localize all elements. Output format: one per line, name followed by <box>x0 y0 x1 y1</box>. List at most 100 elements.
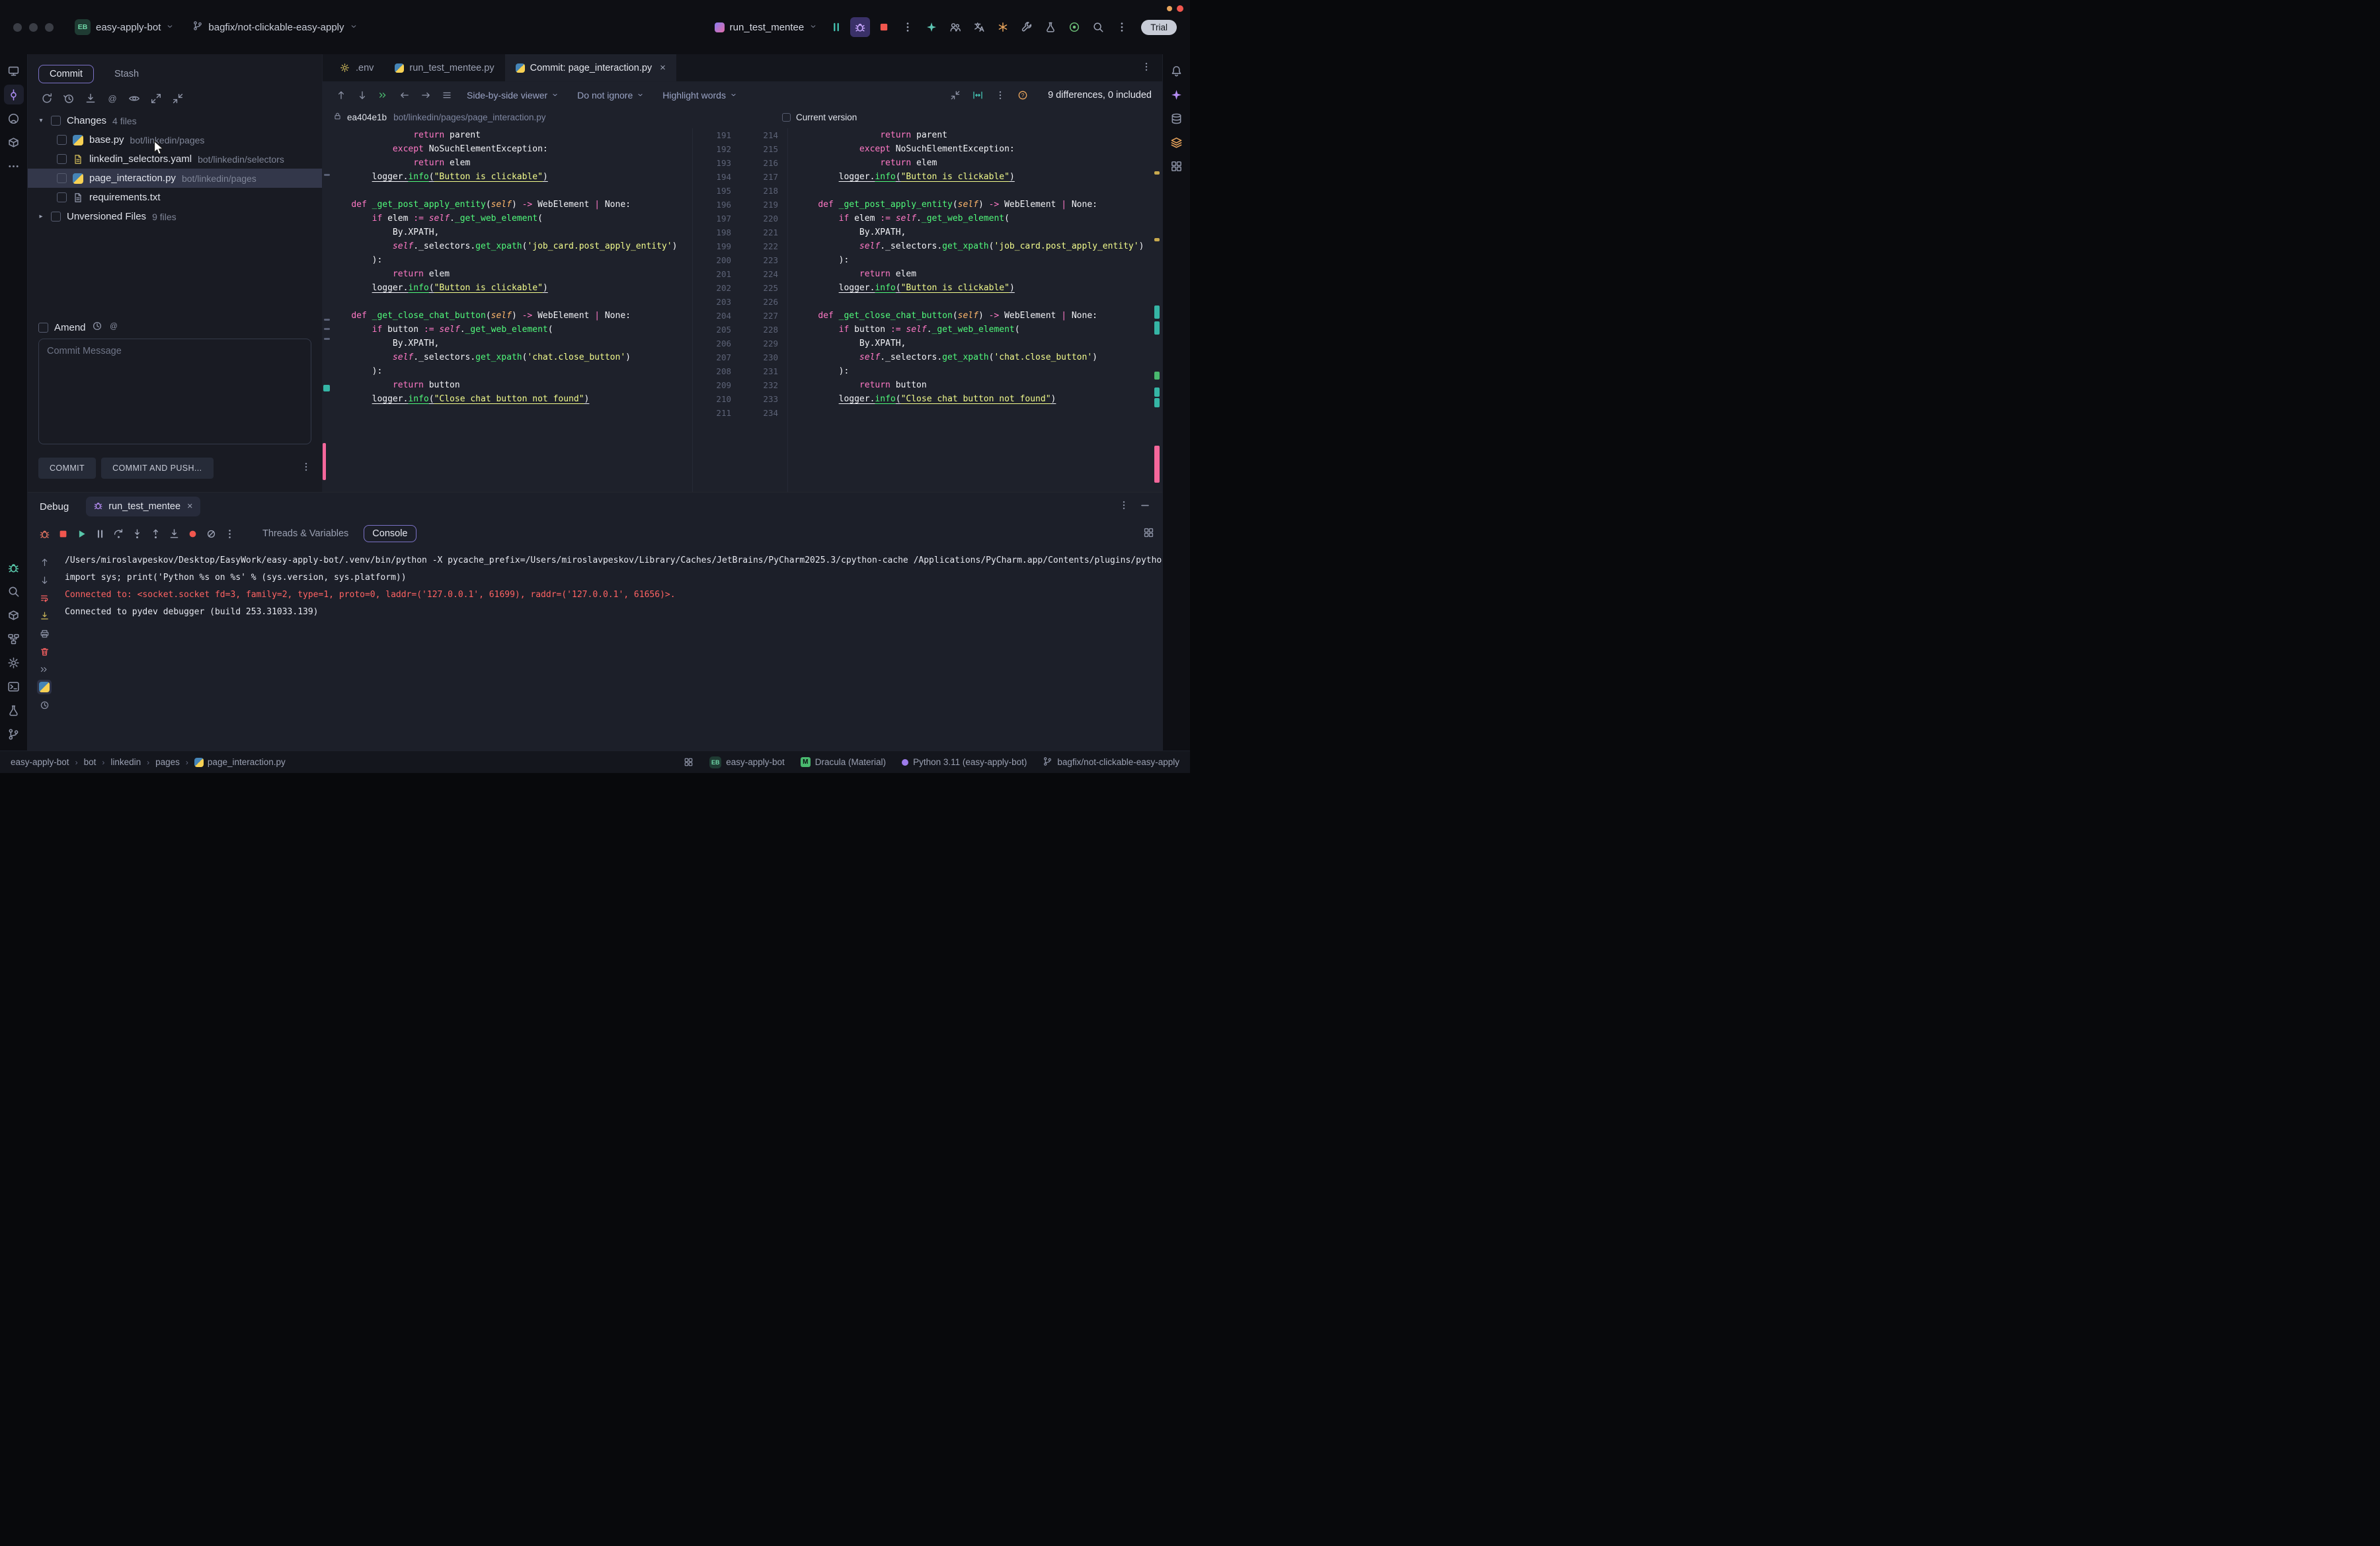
step-into-icon[interactable] <box>128 525 145 542</box>
debug-console-output[interactable]: /Users/miroslavpeskov/Desktop/EasyWork/e… <box>61 547 1162 751</box>
scrollbar-change-marker[interactable] <box>1154 238 1160 241</box>
tab-commit[interactable]: Commit <box>38 65 94 83</box>
code-with-me-icon[interactable] <box>945 17 965 37</box>
python-console-icon[interactable] <box>37 680 52 694</box>
current-version-toggle[interactable]: Current version <box>782 112 857 122</box>
changelists-icon[interactable]: @ <box>106 93 118 104</box>
scrollbar-change-marker[interactable] <box>1154 387 1160 397</box>
services-tool-icon[interactable] <box>1167 132 1187 152</box>
file-checkbox[interactable] <box>57 135 67 145</box>
trial-badge[interactable]: Trial <box>1141 20 1177 35</box>
more-tool-windows-icon[interactable] <box>4 156 24 176</box>
diff-left-editor[interactable]: return parent except NoSuchElementExcept… <box>323 128 693 492</box>
tab-run-test-mentee[interactable]: run_test_mentee.py <box>384 54 504 81</box>
close-session-icon[interactable]: × <box>187 501 192 512</box>
step-over-icon[interactable] <box>110 525 127 542</box>
help-icon[interactable]: ? <box>1015 87 1031 103</box>
version-control-icon[interactable] <box>4 724 24 744</box>
tab-commit-page-interaction[interactable]: Commit: page_interaction.py × <box>505 54 676 81</box>
window-controls[interactable] <box>13 23 54 32</box>
database-icon[interactable] <box>1167 108 1187 128</box>
device-manager-icon[interactable] <box>1167 156 1187 176</box>
rerun-debug-icon[interactable] <box>36 525 53 542</box>
commit-icon[interactable] <box>4 85 24 104</box>
close-tab-icon[interactable]: × <box>660 62 666 73</box>
next-difference-icon[interactable] <box>418 87 434 103</box>
tab-threads-variables[interactable]: Threads & Variables <box>254 525 357 542</box>
more-run-options-icon[interactable] <box>898 17 918 37</box>
python-packages-icon[interactable] <box>4 605 24 625</box>
layout-settings-icon[interactable] <box>1143 527 1154 541</box>
status-project[interactable]: EB easy-apply-bot <box>709 756 785 768</box>
changes-checkbox[interactable] <box>51 116 61 126</box>
tab-list-icon[interactable] <box>1141 61 1162 75</box>
unversioned-checkbox[interactable] <box>51 212 61 222</box>
resume-icon[interactable] <box>73 525 90 542</box>
profiler-icon[interactable] <box>1064 17 1084 37</box>
breadcrumb-item[interactable]: pages <box>155 757 180 767</box>
collapse-unchanged-icon[interactable] <box>947 87 963 103</box>
whitespace-dropdown[interactable]: Do not ignore <box>577 90 644 101</box>
breadcrumb-item[interactable]: easy-apply-bot <box>11 757 69 767</box>
debug-options-icon[interactable] <box>1119 500 1129 513</box>
preview-diff-icon[interactable] <box>128 93 140 104</box>
ai-assistant-chat-icon[interactable] <box>1167 85 1187 104</box>
commit-button[interactable]: COMMIT <box>38 458 96 479</box>
scrollbar-change-marker[interactable] <box>1154 398 1160 407</box>
next-change-icon[interactable] <box>354 87 370 103</box>
github-icon[interactable] <box>4 108 24 128</box>
file-row-page-interaction-py[interactable]: page_interaction.py bot/linkedin/pages <box>28 169 322 188</box>
status-theme[interactable]: M Dracula (Material) <box>801 757 886 767</box>
translate-icon[interactable] <box>969 17 989 37</box>
scrollbar-change-marker[interactable] <box>1154 305 1160 319</box>
mute-breakpoints-icon[interactable] <box>202 525 219 542</box>
synchronize-scrolling-icon[interactable] <box>970 87 986 103</box>
more-actions-icon[interactable] <box>1112 17 1132 37</box>
diff-right-editor[interactable]: return parent except NoSuchElementExcept… <box>788 128 1152 492</box>
commit-author-icon[interactable]: @ <box>108 321 119 334</box>
terminal-icon[interactable] <box>4 676 24 696</box>
collapse-all-icon[interactable] <box>172 93 184 104</box>
science-tools-icon[interactable] <box>1041 17 1060 37</box>
print-icon[interactable] <box>37 626 52 641</box>
shelve-icon[interactable] <box>85 93 97 104</box>
settings-icon[interactable] <box>4 653 24 672</box>
soft-wrap-icon[interactable] <box>37 590 52 605</box>
stop-button[interactable] <box>874 17 894 37</box>
chevron-expanded-icon[interactable]: ▾ <box>37 117 45 124</box>
tab-console[interactable]: Console <box>364 525 416 542</box>
find-icon[interactable] <box>4 581 24 601</box>
project-icon[interactable] <box>4 61 24 81</box>
scroll-down-icon[interactable] <box>37 573 52 587</box>
command-prompt-icon[interactable] <box>37 662 52 676</box>
file-row-linkedin-selectors-yaml[interactable]: linkedin_selectors.yaml bot/linkedin/sel… <box>28 149 322 169</box>
amend-checkbox[interactable] <box>38 323 48 333</box>
refresh-icon[interactable] <box>41 93 53 104</box>
breadcrumb-item[interactable]: bot <box>84 757 97 767</box>
stop-icon[interactable] <box>54 525 71 542</box>
current-version-checkbox[interactable] <box>782 113 791 122</box>
previous-difference-icon[interactable] <box>397 87 413 103</box>
close-window-button[interactable] <box>13 23 22 32</box>
file-checkbox[interactable] <box>57 154 67 164</box>
scrollbar-change-marker[interactable] <box>1154 321 1160 335</box>
status-branch[interactable]: bagfix/not-clickable-easy-apply <box>1043 756 1179 768</box>
search-everywhere-icon[interactable] <box>1088 17 1108 37</box>
run-to-cursor-icon[interactable] <box>165 525 182 542</box>
more-debug-options-icon[interactable] <box>221 525 238 542</box>
hide-panel-icon[interactable] <box>1140 500 1150 513</box>
services-icon[interactable] <box>993 17 1013 37</box>
project-selector[interactable]: EB easy-apply-bot <box>68 15 180 39</box>
dependencies-icon[interactable] <box>4 132 24 152</box>
notifications-icon[interactable] <box>1167 61 1187 81</box>
ai-assistant-icon[interactable] <box>922 17 941 37</box>
commit-and-push-button[interactable]: COMMIT AND PUSH... <box>101 458 213 479</box>
scrollbar-change-marker[interactable] <box>1154 372 1160 380</box>
debug-session-tab[interactable]: run_test_mentee × <box>86 497 200 516</box>
pause-icon[interactable] <box>91 525 108 542</box>
status-interpreter[interactable]: Python 3.11 (easy-apply-bot) <box>902 757 1027 767</box>
window-layout-button[interactable] <box>684 757 694 767</box>
commit-message-input[interactable] <box>38 339 311 444</box>
tab-env[interactable]: .env <box>329 54 384 81</box>
tab-stash[interactable]: Stash <box>103 65 150 83</box>
